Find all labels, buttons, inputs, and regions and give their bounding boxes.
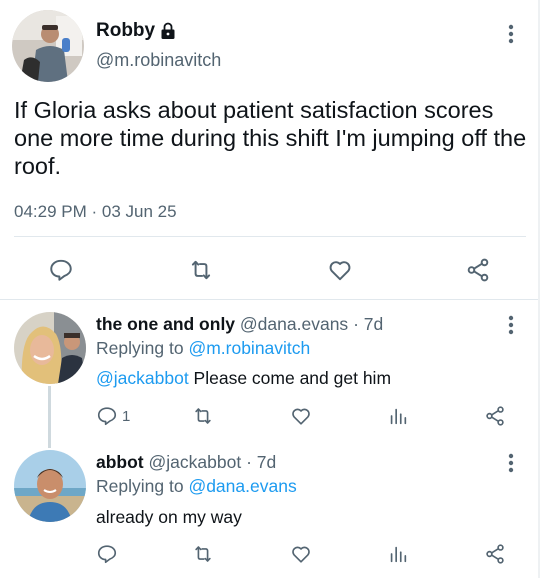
more-options-icon[interactable] — [505, 22, 517, 46]
reply-header: the one and only @dana.evans · 7d — [96, 314, 383, 335]
thread-line — [48, 386, 51, 448]
reply-count: 1 — [122, 407, 131, 425]
analytics-icon[interactable] — [387, 405, 409, 427]
reply-text: @jackabbot Please come and get him — [96, 368, 391, 389]
reply-icon[interactable] — [96, 543, 118, 565]
reply-age: · 7d — [246, 452, 277, 472]
like-icon[interactable] — [326, 257, 354, 283]
like-icon[interactable] — [289, 405, 313, 427]
reply-handle[interactable]: @jackabbot — [149, 452, 242, 472]
replying-to-label: Replying to — [96, 476, 184, 496]
lock-icon — [161, 22, 175, 39]
reply-handle[interactable]: @dana.evans — [240, 314, 348, 334]
avatar-photo — [14, 450, 86, 522]
avatar-robby[interactable] — [12, 10, 84, 82]
divider-main-bottom — [0, 299, 540, 300]
share-icon[interactable] — [484, 405, 506, 427]
mention-link[interactable]: @jackabbot — [96, 368, 189, 388]
replying-to-line: Replying to @dana.evans — [96, 476, 297, 497]
reply-display-name[interactable]: the one and only — [96, 314, 235, 334]
like-icon[interactable] — [289, 543, 313, 565]
analytics-icon[interactable] — [387, 543, 409, 565]
reply-age: · 7d — [353, 314, 384, 334]
reply-icon[interactable] — [48, 257, 74, 283]
avatar-dana[interactable] — [14, 312, 86, 384]
share-icon[interactable] — [465, 257, 491, 283]
retweet-icon[interactable] — [191, 543, 215, 565]
reply-button[interactable]: 1 — [96, 405, 130, 427]
main-display-name-row: Robby — [96, 20, 177, 42]
replying-to-line: Replying to @m.robinavitch — [96, 338, 310, 359]
reply-body: Please come and get him — [188, 368, 392, 388]
divider-main-actions — [14, 236, 526, 237]
reply-icon — [97, 407, 117, 426]
reply-body: already on my way — [96, 507, 242, 527]
replying-to-handle[interactable]: @m.robinavitch — [188, 338, 310, 358]
replying-to-handle[interactable]: @dana.evans — [188, 476, 296, 496]
more-options-icon[interactable] — [505, 451, 517, 475]
main-display-name[interactable]: Robby — [96, 20, 155, 42]
reply-header: abbot @jackabbot · 7d — [96, 452, 276, 473]
more-options-icon[interactable] — [505, 313, 517, 337]
replying-to-label: Replying to — [96, 338, 184, 358]
retweet-icon[interactable] — [187, 257, 215, 283]
reply-display-name[interactable]: abbot — [96, 452, 144, 472]
avatar-abbot[interactable] — [14, 450, 86, 522]
main-timestamp[interactable]: 04:29 PM · 03 Jun 25 — [14, 202, 177, 222]
main-handle[interactable]: @m.robinavitch — [96, 50, 221, 71]
share-icon[interactable] — [484, 543, 506, 565]
main-tweet-text: If Gloria asks about patient satisfactio… — [14, 97, 527, 179]
retweet-icon[interactable] — [191, 405, 215, 427]
avatar-photo — [12, 10, 84, 82]
avatar-photo — [14, 312, 86, 384]
